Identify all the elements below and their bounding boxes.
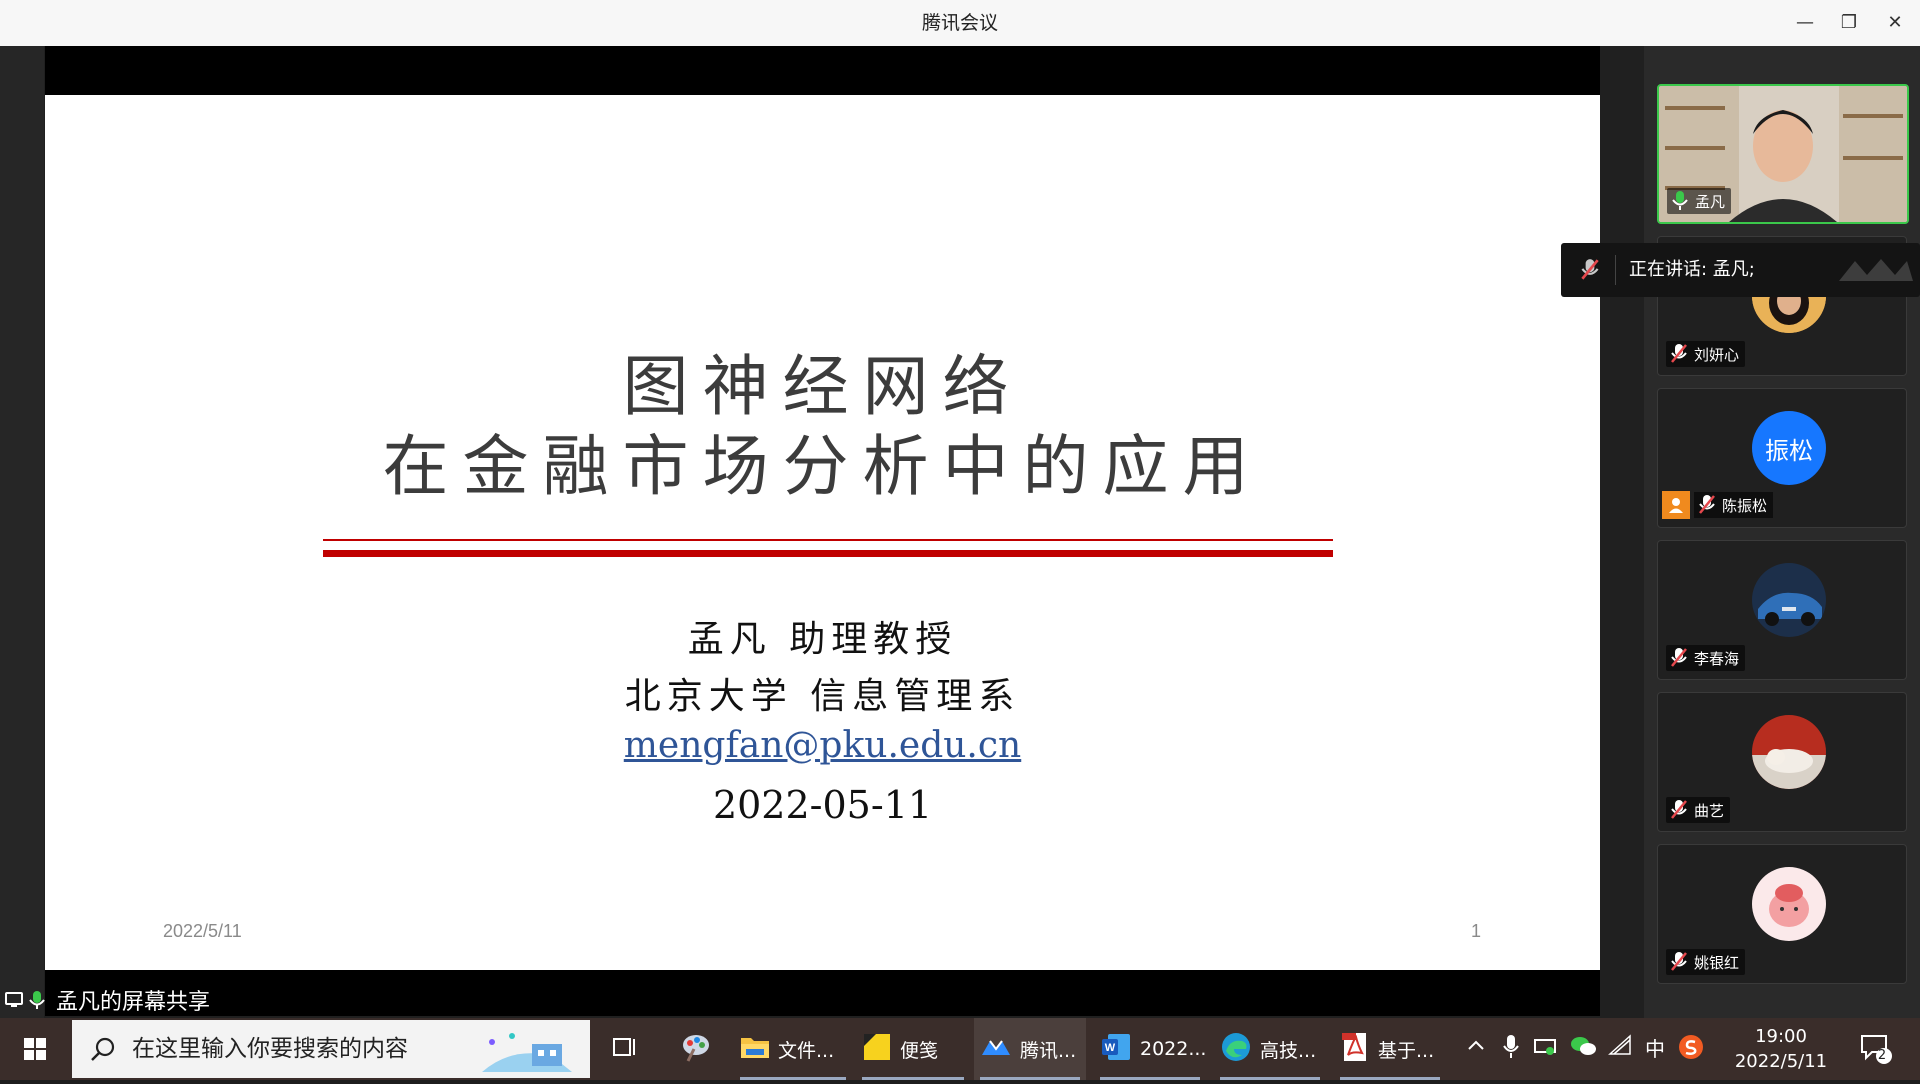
speaking-wave-icon — [1837, 251, 1915, 293]
participant-name: 刘妍心 — [1694, 345, 1740, 364]
participant-tile[interactable]: 李春海 — [1657, 540, 1907, 680]
speaking-text: 正在讲话: 孟凡; — [1629, 259, 1755, 280]
notification-count: 2 — [1877, 1048, 1887, 1063]
network-drive-icon[interactable] — [1530, 1034, 1560, 1064]
search-placeholder: 在这里输入你要搜索的内容 — [132, 1036, 408, 1062]
mic-muted-icon — [1698, 494, 1716, 516]
avatar-initials: 振松 — [1765, 436, 1813, 465]
participant-name-tag: 曲艺 — [1666, 797, 1731, 823]
participant-tile[interactable]: 曲艺 — [1657, 692, 1907, 832]
title-divider-thick — [323, 550, 1333, 557]
taskbar-app[interactable]: 腾讯... — [974, 1018, 1086, 1080]
taskbar-app[interactable]: 高技... — [1214, 1018, 1326, 1080]
task-view-button[interactable] — [598, 1018, 650, 1080]
participant-name-tag: 孟凡 — [1667, 188, 1732, 214]
title-bar: 腾讯会议 — ❐ ✕ — [0, 0, 1920, 47]
folder-icon — [740, 1034, 770, 1065]
minimize-button[interactable]: — — [1788, 6, 1822, 40]
speaking-indicator: 正在讲话: 孟凡; — [1561, 243, 1920, 297]
sticky-notes-icon — [862, 1032, 892, 1067]
taskbar-app-pinned[interactable] — [666, 1018, 726, 1080]
participant-avatar: 振松 — [1752, 411, 1826, 485]
maximize-button[interactable]: ❐ — [1832, 6, 1866, 40]
taskbar-app-label: 文件... — [778, 1039, 835, 1062]
taskbar-app[interactable]: 便笺 — [856, 1018, 970, 1080]
taskbar-app-label: 便笺 — [900, 1039, 939, 1062]
tencent-meeting-icon — [980, 1035, 1012, 1064]
title-divider-thin — [323, 539, 1333, 541]
taskbar-app-label: 基于... — [1378, 1039, 1435, 1062]
participant-name-tag: 刘妍心 — [1666, 341, 1746, 367]
clock-date: 2022/5/11 — [1734, 1051, 1828, 1072]
slide-page-number: 1 — [1471, 921, 1482, 941]
participant-avatar — [1752, 867, 1826, 941]
share-bottom-bar — [45, 970, 1600, 1016]
participant-name-tag: 陈振松 — [1662, 491, 1774, 519]
slide-date: 2022-05-11 — [712, 783, 933, 827]
mic-muted-icon[interactable] — [1579, 258, 1601, 286]
window-title: 腾讯会议 — [921, 12, 998, 34]
wechat-icon[interactable] — [1568, 1034, 1598, 1064]
participant-avatar — [1752, 715, 1826, 789]
clock-time: 19:00 — [1755, 1026, 1807, 1047]
left-strip — [0, 46, 44, 1018]
mic-muted-icon — [1670, 343, 1688, 365]
participant-name: 曲艺 — [1694, 801, 1725, 820]
ime-indicator[interactable]: 中 — [1640, 1034, 1670, 1064]
slide-title-line2: 在金融市场分析中的应用 — [382, 428, 1263, 505]
notification-center-icon[interactable]: 2 — [1856, 1032, 1896, 1064]
participant-tile[interactable]: 姚银红 — [1657, 844, 1907, 984]
taskbar-search-box[interactable]: 在这里输入你要搜索的内容 — [72, 1020, 590, 1078]
search-icon — [90, 1036, 116, 1066]
mic-muted-icon — [1670, 647, 1688, 669]
share-top-bar — [45, 46, 1600, 95]
screen-share-label: 孟凡的屏幕共享 — [56, 990, 211, 1015]
participant-name: 姚银红 — [1694, 953, 1740, 972]
presenter-name: 孟凡 助理教授 — [687, 619, 958, 660]
taskbar-app[interactable]: 基于... — [1334, 1018, 1446, 1080]
presenter-department: 北京大学 信息管理系 — [624, 676, 1021, 717]
taskbar-clock[interactable]: 19:00 2022/5/11 — [1716, 1024, 1846, 1074]
mic-on-icon — [26, 989, 48, 1011]
show-hidden-icons-chevron-icon[interactable] — [1461, 1034, 1491, 1064]
start-button[interactable] — [0, 1018, 70, 1080]
participant-name: 陈振松 — [1722, 496, 1768, 515]
mic-muted-icon — [1670, 799, 1688, 821]
speaking-divider — [1615, 255, 1616, 285]
participant-name-tag: 李春海 — [1666, 645, 1746, 671]
task-view-icon — [610, 1033, 638, 1066]
taskbar-app-label: 2022... — [1140, 1038, 1207, 1060]
mic-muted-icon — [1670, 951, 1688, 973]
screen-share-icon — [4, 989, 26, 1011]
search-highlight-icon — [472, 1026, 582, 1080]
presenter-email-link[interactable]: mengfan@pku.edu.cn — [45, 725, 1600, 766]
taskbar-app-label: 腾讯... — [1020, 1039, 1077, 1062]
participant-avatar — [1752, 563, 1826, 637]
slide-footer-date: 2022/5/11 — [163, 921, 242, 941]
participant-name-tag: 姚银红 — [1666, 949, 1746, 975]
participant-tile[interactable]: 孟凡 — [1657, 84, 1909, 224]
taskbar-app[interactable]: W 2022... — [1094, 1018, 1206, 1080]
close-button[interactable]: ✕ — [1878, 6, 1912, 40]
paint-icon — [680, 1031, 712, 1068]
wifi-icon[interactable] — [1605, 1034, 1635, 1064]
mic-on-icon — [1671, 190, 1689, 212]
participant-tile[interactable]: 振松 陈振松 — [1657, 388, 1907, 528]
share-label-bar: 孟凡的屏幕共享 — [0, 985, 210, 1015]
sogou-ime-icon[interactable] — [1676, 1034, 1706, 1064]
host-badge-icon — [1662, 491, 1690, 519]
participant-name: 李春海 — [1694, 649, 1740, 668]
pdf-icon — [1340, 1031, 1370, 1068]
taskbar-app[interactable]: 文件... — [734, 1018, 852, 1080]
windows-taskbar: 在这里输入你要搜索的内容 文件... 便笺 腾讯... W 2022... 高技… — [0, 1018, 1920, 1080]
svg-text:W: W — [1105, 1042, 1116, 1054]
shared-slide: 图神经网络 在金融市场分析中的应用 孟凡 助理教授 北京大学 信息管理系 men… — [45, 95, 1600, 970]
word-icon: W — [1100, 1032, 1132, 1067]
edge-icon — [1220, 1031, 1252, 1068]
microphone-tray-icon[interactable] — [1496, 1034, 1526, 1064]
participant-name: 孟凡 — [1695, 192, 1726, 211]
taskbar-app-label: 高技... — [1260, 1039, 1317, 1062]
